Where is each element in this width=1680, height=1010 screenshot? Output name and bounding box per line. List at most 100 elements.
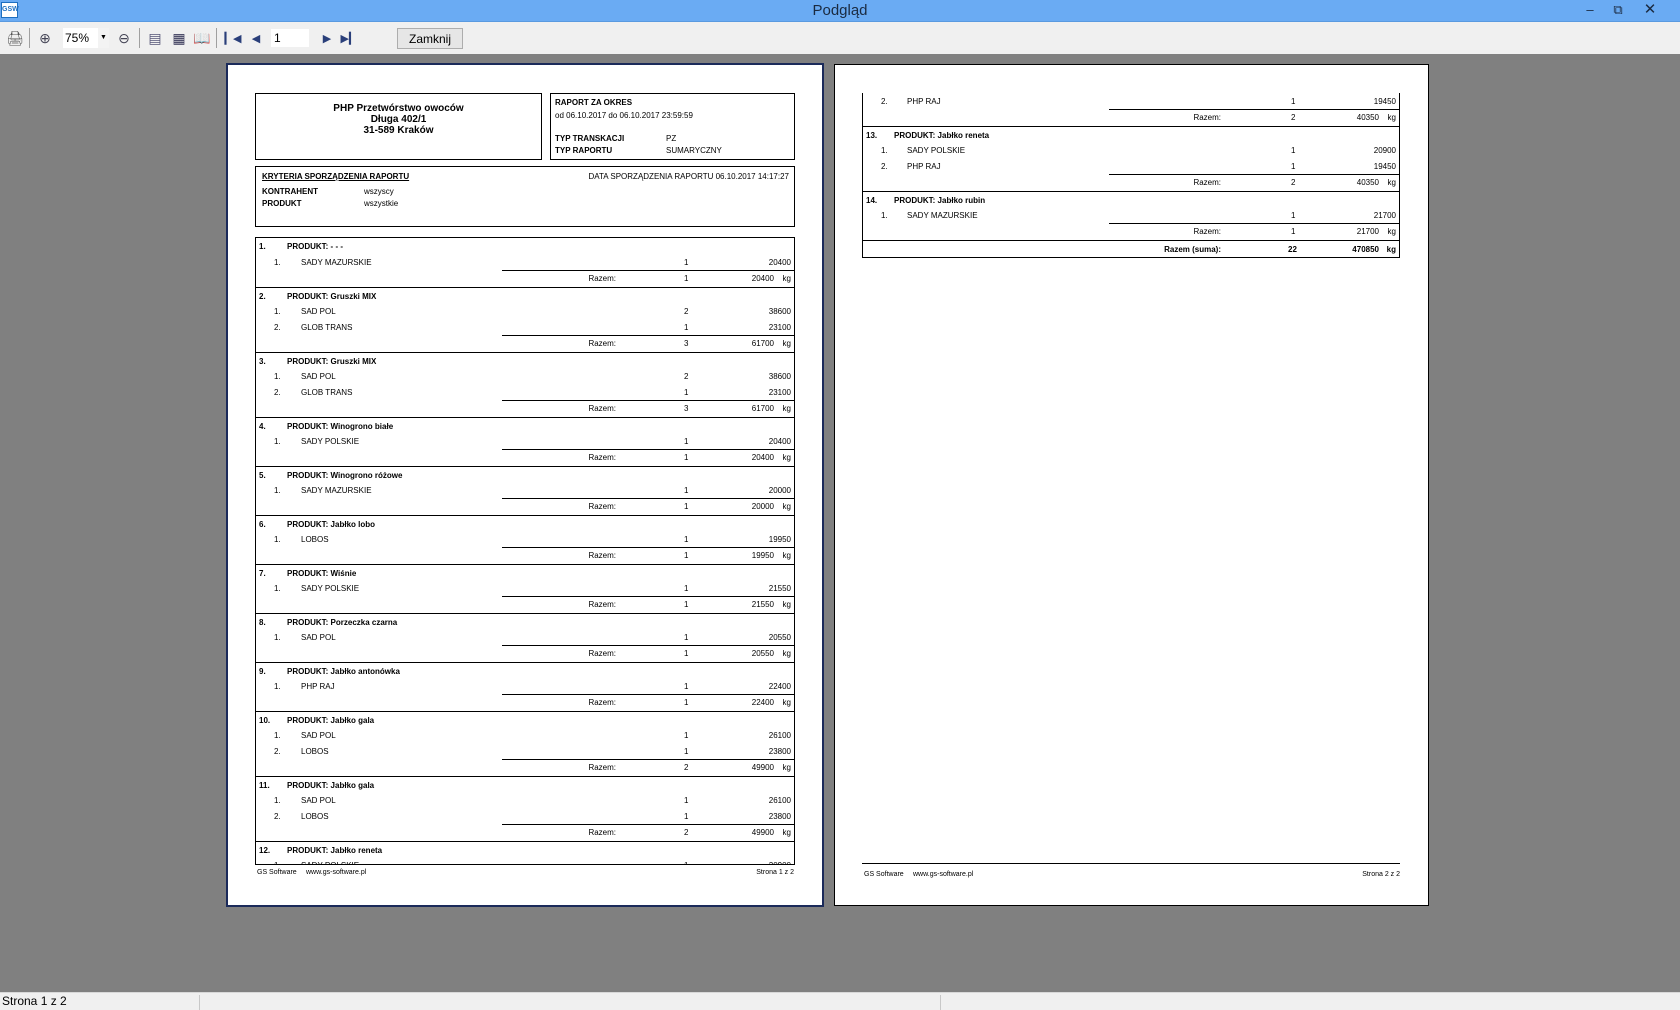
total-line — [502, 596, 794, 597]
total-label: Razem: — [588, 339, 616, 348]
total-label: Razem: — [588, 828, 616, 837]
group-number: 2. — [259, 292, 266, 301]
product-header-row: 13. PRODUKT: Jabłko reneta — [863, 126, 1399, 142]
item-name: PHP RAJ — [301, 682, 335, 691]
item-qty: 1 — [684, 486, 689, 495]
group-number: 11. — [259, 781, 270, 790]
total-unit: kg — [782, 453, 791, 462]
total-line — [1109, 174, 1399, 175]
total-row: Razem: 3 61700 kg — [256, 335, 794, 352]
product-name: PRODUKT: Gruszki MIX — [287, 292, 377, 301]
total-unit: kg — [782, 274, 791, 283]
total-qty: 2 — [684, 763, 689, 772]
table-row: 1. SAD POL 1 20550 — [256, 629, 794, 645]
item-number: 2. — [881, 162, 888, 171]
item-qty: 1 — [684, 812, 689, 821]
total-row: Razem: 1 20000 kg — [256, 498, 794, 515]
grand-total-qty: 22 — [1288, 245, 1297, 254]
total-row: Razem: 3 61700 kg — [256, 400, 794, 417]
item-name: GLOB TRANS — [301, 388, 353, 397]
zoom-in-icon[interactable]: ⊕ — [35, 28, 55, 48]
total-row: Razem: 1 19950 kg — [256, 547, 794, 564]
table-row: 1. SADY MAZURSKIE 1 20400 — [256, 254, 794, 270]
total-line — [1109, 223, 1399, 224]
prev-page-icon[interactable]: ◀ — [246, 28, 266, 48]
item-qty: 1 — [684, 731, 689, 740]
total-label: Razem: — [1193, 113, 1221, 122]
item-name: LOBOS — [301, 812, 329, 821]
item-qty: 1 — [1291, 146, 1296, 155]
table-row: 2. GLOB TRANS 1 23100 — [256, 319, 794, 335]
item-number: 1. — [274, 796, 281, 805]
zoom-select[interactable]: 75% ▼ — [63, 28, 109, 48]
company-name: PHP Przetwórstwo owoców — [333, 103, 464, 114]
close-button[interactable]: Zamknij — [397, 28, 463, 49]
table-row: 2. PHP RAJ 1 19450 — [863, 158, 1399, 174]
total-value: 20550 — [751, 649, 774, 658]
period-box: RAPORT ZA OKRES od 06.10.2017 do 06.10.2… — [550, 93, 795, 160]
item-value: 19950 — [768, 535, 791, 544]
item-name: SADY MAZURSKIE — [301, 486, 372, 495]
total-unit: kg — [782, 763, 791, 772]
report-type-label: TYP RAPORTU — [555, 146, 613, 155]
group-number: 5. — [259, 471, 266, 480]
single-page-icon[interactable]: ▤ — [145, 28, 165, 48]
group-number: 14. — [866, 196, 878, 205]
multi-page-icon[interactable]: ▦ — [169, 28, 189, 48]
table-row: 2. LOBOS 1 23800 — [256, 808, 794, 824]
item-number: 1. — [881, 211, 888, 220]
criteria-label: KRYTERIA SPORZĄDZENIA RAPORTU — [262, 172, 410, 181]
report-table: 2. PHP RAJ 1 19450 Razem: 2 40350 kg 13. PRODUKT:… — [862, 93, 1400, 258]
total-line — [502, 400, 794, 401]
item-qty: 1 — [1291, 162, 1296, 171]
total-qty: 1 — [684, 502, 689, 511]
minimize-icon[interactable]: – — [1576, 0, 1604, 20]
book-icon[interactable]: 📖 — [192, 28, 212, 48]
product-header-row: 7. PRODUKT: Wiśnie — [256, 564, 794, 580]
table-row: 1. SAD POL 2 38600 — [256, 303, 794, 319]
item-number: 1. — [274, 437, 281, 446]
total-unit: kg — [782, 502, 791, 511]
last-page-icon[interactable]: ▶▎ — [339, 28, 359, 48]
next-page-icon[interactable]: ▶ — [317, 28, 337, 48]
item-qty: 1 — [684, 388, 689, 397]
item-number: 1. — [274, 731, 281, 740]
item-name: LOBOS — [301, 535, 329, 544]
total-line — [502, 759, 794, 760]
product-name: PRODUKT: Jabłko reneta — [894, 131, 990, 140]
total-unit: kg — [782, 551, 791, 560]
grand-total-unit: kg — [1386, 245, 1396, 254]
product-header-row: 4. PRODUKT: Winogrono białe — [256, 417, 794, 433]
table-row: 1. LOBOS 1 19950 — [256, 531, 794, 547]
group-number: 3. — [259, 357, 266, 366]
item-qty: 2 — [684, 372, 689, 381]
grand-total-row: Razem (suma): 22 470850 kg — [863, 240, 1399, 257]
total-qty: 2 — [1291, 113, 1296, 122]
total-row: Razem: 1 21700 kg — [863, 223, 1399, 240]
table-row: 1. SAD POL 2 38600 — [256, 368, 794, 384]
total-qty: 1 — [684, 698, 689, 707]
total-value: 22400 — [751, 698, 774, 707]
total-value: 20000 — [751, 502, 774, 511]
close-window-icon[interactable]: ✕ — [1636, 0, 1664, 20]
item-value: 22400 — [768, 682, 791, 691]
total-label: Razem: — [588, 600, 616, 609]
item-name: PHP RAJ — [907, 162, 941, 171]
total-line — [502, 335, 794, 336]
zoom-out-icon[interactable]: ⊖ — [114, 28, 134, 48]
product-name: PRODUKT: Jabłko gala — [287, 781, 375, 790]
print-icon[interactable]: 🖨 — [5, 28, 25, 48]
total-qty: 1 — [684, 600, 689, 609]
trans-type-value: PZ — [666, 134, 677, 143]
chevron-down-icon[interactable]: ▼ — [98, 28, 109, 48]
total-value: 21550 — [751, 600, 774, 609]
item-number: 2. — [274, 812, 281, 821]
total-qty: 1 — [684, 649, 689, 658]
table-row: 1. SADY POLSKIE 1 20400 — [256, 433, 794, 449]
product-name: PRODUKT: Wiśnie — [287, 569, 357, 578]
restore-icon[interactable]: ⧉ — [1604, 0, 1632, 20]
first-page-icon[interactable]: ▎◀ — [223, 28, 243, 48]
total-unit: kg — [782, 339, 791, 348]
item-number: 1. — [274, 682, 281, 691]
page-number-input[interactable] — [271, 29, 309, 47]
